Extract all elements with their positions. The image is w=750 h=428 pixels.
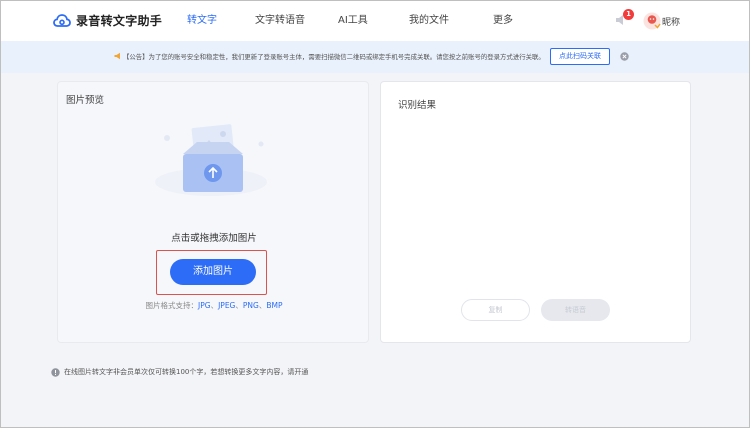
upload-illustration-icon (155, 124, 267, 196)
footer-note: 在线图片转文字非会员单次仅可转换100个字，若想转换更多文字内容，请开通 (51, 367, 308, 377)
nav-ai-tools[interactable]: AI工具 (338, 1, 368, 41)
avatar[interactable] (643, 12, 661, 30)
panel-title-preview: 图片预览 (66, 95, 105, 106)
notification-badge: 1 (623, 9, 634, 20)
nav-my-files[interactable]: 我的文件 (409, 1, 449, 41)
format-jpg: JPG (198, 301, 211, 310)
announcement-bar: 【公告】为了您的账号安全和稳定性，我们更新了登录账号主体，需要扫描微信二维码或绑… (1, 41, 749, 73)
add-image-button[interactable]: 添加图片 (170, 259, 256, 285)
top-header: 录音转文字助手 转文字 文字转语音 AI工具 我的文件 更多 1 昵称 (1, 1, 749, 41)
format-png: PNG (242, 301, 259, 310)
convert-to-speech-button[interactable]: 转语音 (541, 299, 610, 321)
scan-link-button[interactable]: 点此扫码关联 (550, 48, 610, 65)
copy-button[interactable]: 复制 (461, 299, 530, 321)
formats-label: 图片格式支持： (145, 301, 199, 310)
supported-formats: 图片格式支持：JPG、JPEG、PNG、BMP (145, 301, 283, 310)
cloud-logo-icon (53, 13, 71, 27)
nav-more[interactable]: 更多 (493, 1, 513, 41)
footer-note-text: 在线图片转文字非会员单次仅可转换100个字，若想转换更多文字内容，请开通 (64, 368, 309, 376)
nav-transcribe[interactable]: 转文字 (187, 1, 217, 41)
format-bmp: BMP (266, 301, 283, 310)
panel-title-result: 识别结果 (398, 100, 437, 111)
user-nickname[interactable]: 昵称 (662, 15, 680, 28)
upload-hint: 点击或拖拽添加图片 (171, 233, 257, 244)
recognition-result-panel: 识别结果 复制 转语音 (380, 81, 691, 343)
info-icon (51, 367, 60, 377)
format-jpeg: JPEG (218, 301, 236, 310)
close-icon[interactable] (620, 52, 629, 61)
app-name: 录音转文字助手 (76, 14, 163, 28)
image-preview-panel[interactable]: 图片预览 点击或拖拽添加图片 添加图片 图片格式支持：JPG、JPEG、PNG、… (57, 81, 369, 343)
app-logo[interactable]: 录音转文字助手 (53, 12, 162, 29)
announcement-text: 【公告】为了您的账号安全和稳定性，我们更新了登录账号主体，需要扫描微信二维码或绑… (123, 53, 545, 61)
nav-text-to-speech[interactable]: 文字转语音 (255, 1, 305, 41)
megaphone-icon (114, 52, 120, 60)
